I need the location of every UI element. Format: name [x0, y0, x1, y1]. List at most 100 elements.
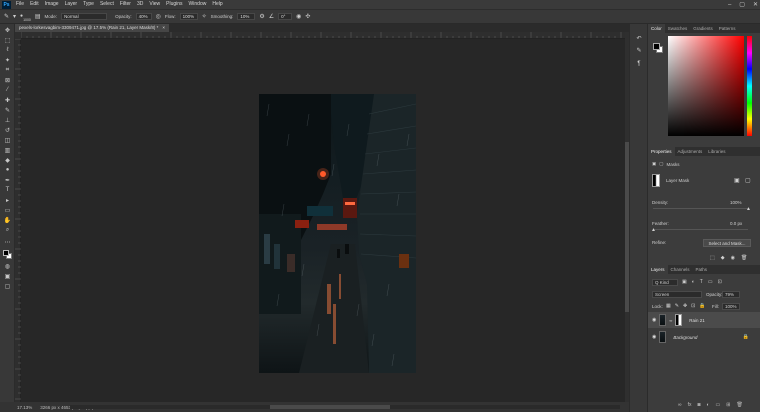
horizontal-scroll-thumb[interactable] — [270, 405, 390, 409]
mode-select[interactable]: Normal — [61, 13, 108, 20]
disable-mask-icon[interactable]: ◉ — [731, 255, 735, 261]
fill-field[interactable]: 100% — [722, 303, 740, 310]
opacity-field[interactable]: 40% — [135, 13, 152, 20]
new-group-icon[interactable]: ▭ — [716, 402, 721, 408]
layer-filter-select[interactable]: Q Kind — [652, 279, 678, 286]
load-selection-icon[interactable]: ⬚ — [710, 255, 715, 261]
maximize-icon[interactable]: ▢ — [739, 1, 745, 8]
filter-adjustment-icon[interactable]: ◐ — [692, 279, 695, 285]
dodge-tool-icon[interactable]: ● — [3, 166, 12, 174]
document-tab[interactable]: pexels-lorkesvagbim-3309471.jpg @ 17.5% … — [15, 24, 170, 32]
tab-gradients[interactable]: Gradients — [690, 24, 716, 33]
tab-color[interactable]: Color — [648, 24, 665, 33]
brushes-icon[interactable]: ✎ — [635, 46, 643, 54]
horizontal-scrollbar[interactable] — [70, 405, 620, 409]
healing-tool-icon[interactable]: ✚ — [3, 96, 12, 104]
add-mask-icon[interactable]: ◙ — [697, 402, 700, 408]
layer-style-icon[interactable]: fx — [688, 402, 692, 408]
layer-mask-thumbnail[interactable] — [675, 314, 683, 326]
stamp-tool-icon[interactable]: ⊥ — [3, 116, 12, 124]
brush-tool-icon[interactable]: ✎ — [4, 14, 9, 20]
blur-tool-icon[interactable]: ◆ — [3, 156, 12, 164]
symmetry-icon[interactable]: ✣ — [305, 14, 310, 20]
move-tool-icon[interactable]: ✥ — [3, 26, 12, 34]
eyedropper-tool-icon[interactable]: ⁄ — [3, 86, 12, 94]
layer-mask-thumbnail[interactable] — [652, 174, 660, 187]
filter-shape-icon[interactable]: ▭ — [708, 279, 713, 285]
horizontal-ruler[interactable] — [21, 32, 625, 39]
adjustment-layer-icon[interactable]: ◐ — [707, 402, 710, 408]
menu-help[interactable]: Help — [209, 0, 225, 9]
delete-mask-icon[interactable]: 🗑 — [741, 255, 747, 261]
lasso-tool-icon[interactable]: ℓ — [3, 46, 12, 54]
history-icon[interactable]: ↶ — [635, 34, 643, 42]
gear-icon[interactable]: ⚙ — [259, 14, 264, 20]
tab-adjustments[interactable]: Adjustments — [675, 147, 706, 156]
feather-slider[interactable] — [653, 229, 748, 230]
tab-layers[interactable]: Layers — [648, 265, 668, 274]
color-picker-field[interactable] — [668, 36, 744, 136]
menu-select[interactable]: Select — [97, 0, 117, 9]
lock-transparent-icon[interactable]: ▦ — [666, 303, 671, 309]
blend-mode-select[interactable]: Screen — [652, 291, 702, 298]
close-window-icon[interactable]: ✕ — [753, 1, 758, 8]
layer-opacity-field[interactable]: 79% — [722, 291, 740, 298]
filter-smart-icon[interactable]: ⊡ — [718, 279, 722, 285]
close-tab-icon[interactable]: × — [162, 24, 165, 32]
menu-file[interactable]: File — [13, 0, 27, 9]
screen-mode-icon[interactable]: ▣ — [3, 272, 12, 280]
eraser-tool-icon[interactable]: ◫ — [3, 136, 12, 144]
paragraph-icon[interactable]: ¶ — [635, 60, 643, 68]
smoothing-field[interactable]: 10% — [237, 13, 256, 20]
pixel-mask-icon[interactable]: ▣ — [652, 161, 656, 167]
frame-tool-icon[interactable]: ⊠ — [3, 76, 12, 84]
marquee-tool-icon[interactable]: ⬚ — [3, 36, 12, 44]
chain-link-icon[interactable]: ∞ — [669, 318, 672, 323]
pen-tool-icon[interactable]: ✒ — [3, 176, 12, 184]
filter-pixel-icon[interactable]: ▣ — [682, 279, 687, 285]
select-pixel-mask-icon[interactable]: ▣ — [734, 177, 740, 184]
history-brush-tool-icon[interactable]: ↺ — [3, 126, 12, 134]
pressure-size-icon[interactable]: ◉ — [296, 14, 301, 20]
layer-name[interactable]: Rain 21 — [689, 318, 705, 323]
angle-field[interactable]: 0° — [278, 13, 293, 20]
density-value[interactable]: 100% — [730, 200, 742, 205]
layer-row[interactable]: ◉ Background 🔒 — [648, 329, 760, 345]
delete-layer-icon[interactable]: 🗑 — [736, 402, 742, 408]
foreground-color-swatch[interactable] — [3, 250, 9, 256]
visibility-eye-icon[interactable]: ◉ — [652, 334, 656, 340]
select-and-mask-button[interactable]: Select and Mask... — [703, 239, 751, 247]
angle-icon[interactable]: ∠ — [269, 14, 274, 20]
crop-tool-icon[interactable]: ⌗ — [3, 66, 12, 74]
select-vector-mask-icon[interactable]: ▢ — [745, 177, 751, 184]
type-tool-icon[interactable]: T — [3, 186, 12, 194]
feather-slider-handle[interactable]: ▲ — [651, 227, 656, 233]
pressure-opacity-icon[interactable]: ◎ — [156, 14, 161, 20]
density-slider-handle[interactable]: ▲ — [746, 206, 751, 212]
brush-tool-icon[interactable]: ✎ — [3, 106, 12, 114]
menu-type[interactable]: Type — [80, 0, 97, 9]
quick-select-tool-icon[interactable]: ✦ — [3, 56, 12, 64]
more-tools-icon[interactable]: ⋯ — [3, 238, 12, 246]
apply-mask-icon[interactable]: ◆ — [721, 255, 725, 261]
hand-tool-icon[interactable]: ✋ — [3, 216, 12, 224]
airbrush-icon[interactable]: ✧ — [202, 14, 207, 20]
lock-artboard-icon[interactable]: ⊡ — [691, 303, 695, 309]
menu-layer[interactable]: Layer — [62, 0, 81, 9]
zoom-level[interactable]: 17.13% — [17, 405, 32, 410]
menu-edit[interactable]: Edit — [27, 0, 42, 9]
menu-3d[interactable]: 3D — [134, 0, 146, 9]
hue-slider[interactable] — [747, 36, 752, 136]
new-layer-icon[interactable]: ⊞ — [726, 402, 730, 408]
document-image[interactable] — [259, 94, 416, 373]
lock-image-icon[interactable]: ✎ — [675, 303, 679, 309]
shape-tool-icon[interactable]: ▭ — [3, 206, 12, 214]
path-select-tool-icon[interactable]: ▸ — [3, 196, 12, 204]
minimize-icon[interactable]: – — [728, 2, 731, 8]
menu-image[interactable]: Image — [42, 0, 62, 9]
flow-field[interactable]: 100% — [179, 13, 198, 20]
tab-swatches[interactable]: Swatches — [665, 24, 691, 33]
tab-properties[interactable]: Properties — [648, 147, 675, 156]
tab-channels[interactable]: Channels — [668, 265, 693, 274]
lock-position-icon[interactable]: ✥ — [683, 303, 687, 309]
